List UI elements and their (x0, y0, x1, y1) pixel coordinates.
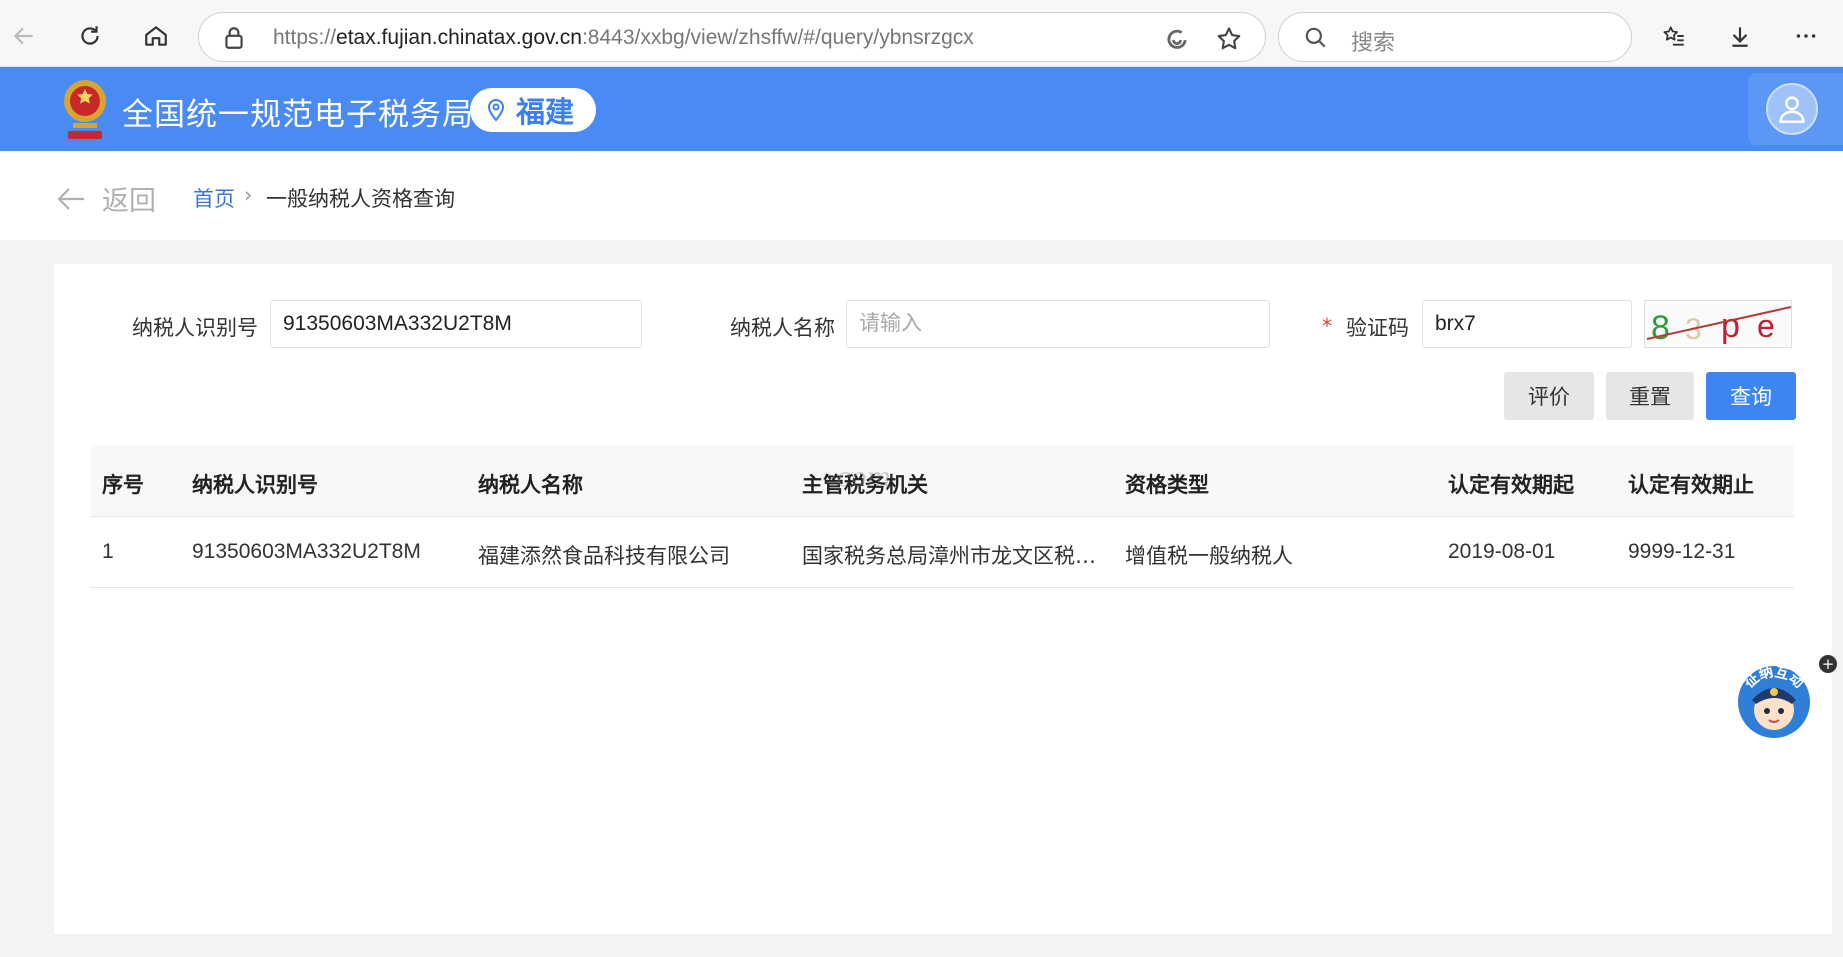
site-title: 全国统一规范电子税务局 (122, 97, 474, 133)
captcha-image[interactable]: 8 3 p e (1644, 300, 1792, 348)
cell-tax-authority: 国家税务总局漳州市龙文区税… (802, 544, 1096, 568)
column-header-index: 序号 (102, 473, 144, 497)
captcha-char-1: 8 (1651, 309, 1670, 347)
watermark: .com (828, 463, 892, 493)
cell-taxpayer-id: 91350603MA332U2T8M (192, 540, 421, 563)
assistant-mascot-icon[interactable]: 征纳互动 (1732, 656, 1816, 740)
column-header-valid-from: 认定有效期起 (1448, 473, 1574, 497)
result-table: 序号 纳税人识别号 纳税人名称 主管税务机关 资格类型 认定有效期起 认定有效期… (90, 445, 1794, 588)
column-header-qualification-type: 资格类型 (1125, 473, 1209, 497)
query-panel: 纳税人识别号 纳税人名称 * 验证码 8 3 p e 评价 重置 查询 序号 纳… (54, 264, 1832, 934)
column-header-taxpayer-name: 纳税人名称 (478, 473, 583, 497)
breadcrumb-home-link[interactable]: 首页 (193, 183, 235, 213)
address-bar[interactable]: https://etax.fujian.chinatax.gov.cn:8443… (198, 12, 1266, 62)
browser-search-box[interactable]: 搜索 (1278, 12, 1632, 62)
region-selector[interactable]: 福建 (470, 88, 596, 132)
cell-valid-to: 9999-12-31 (1628, 540, 1736, 563)
tax-emblem-logo (64, 80, 106, 139)
back-arrow-icon[interactable] (4, 16, 44, 56)
taxpayer-name-label: 纳税人名称 (730, 316, 835, 340)
favorite-star-icon[interactable] (1215, 25, 1243, 53)
location-pin-icon (487, 98, 505, 122)
search-placeholder: 搜索 (1351, 31, 1396, 56)
assistant-close-button[interactable]: + (1819, 655, 1837, 673)
refresh-icon[interactable] (70, 16, 110, 56)
user-avatar-icon[interactable] (1766, 83, 1818, 135)
more-menu-icon[interactable] (1786, 16, 1826, 56)
url-prefix: https:// (273, 26, 337, 49)
lock-icon[interactable] (221, 25, 247, 51)
column-header-taxpayer-id: 纳税人识别号 (192, 473, 318, 497)
download-icon[interactable] (1720, 16, 1760, 56)
evaluate-button[interactable]: 评价 (1504, 372, 1594, 420)
required-marker: * (1322, 314, 1332, 338)
search-icon (1305, 27, 1326, 48)
reset-button[interactable]: 重置 (1606, 372, 1694, 420)
cell-index: 1 (102, 540, 114, 563)
edge-translate-icon[interactable] (1163, 25, 1191, 53)
taxpayer-id-label: 纳税人识别号 (132, 316, 258, 340)
taxpayer-name-input[interactable] (846, 300, 1270, 348)
url-path: :8443/xxbg/view/zhsffw/#/query/ybnsrzgcx (581, 26, 974, 49)
taxpayer-id-input[interactable] (270, 300, 642, 348)
back-arrow-icon (57, 187, 84, 210)
table-row: 1 91350603MA332U2T8M 福建添然食品科技有限公司 国家税务总局… (90, 517, 1794, 588)
column-header-valid-to: 认定有效期止 (1628, 473, 1754, 497)
query-button[interactable]: 查询 (1706, 372, 1796, 420)
cell-valid-from: 2019-08-01 (1448, 540, 1556, 563)
region-name: 福建 (516, 95, 575, 129)
breadcrumb-separator: › (244, 183, 253, 207)
user-menu[interactable] (1748, 73, 1843, 145)
captcha-input[interactable] (1422, 300, 1632, 348)
url-host: etax.fujian.chinatax.gov.cn (336, 26, 582, 49)
cell-qualification-type: 增值税一般纳税人 (1125, 544, 1293, 568)
back-label: 返回 (102, 186, 156, 217)
url-text: https://etax.fujian.chinatax.gov.cn:8443… (273, 26, 974, 50)
back-button[interactable]: 返回 (56, 179, 156, 218)
favorites-list-icon[interactable] (1654, 16, 1694, 56)
table-header: 序号 纳税人识别号 纳税人名称 主管税务机关 资格类型 认定有效期起 认定有效期… (90, 445, 1794, 517)
cell-taxpayer-name: 福建添然食品科技有限公司 (478, 544, 730, 568)
captcha-label: 验证码 (1346, 316, 1409, 340)
home-icon[interactable] (136, 16, 176, 56)
captcha-char-3: p (1721, 307, 1740, 345)
site-header: 全国统一规范电子税务局 福建 (0, 67, 1843, 151)
breadcrumb-bar: 返回 首页 › 一般纳税人资格查询 (0, 151, 1843, 240)
browser-toolbar: https://etax.fujian.chinatax.gov.cn:8443… (0, 0, 1843, 67)
breadcrumb-current: 一般纳税人资格查询 (266, 187, 455, 211)
